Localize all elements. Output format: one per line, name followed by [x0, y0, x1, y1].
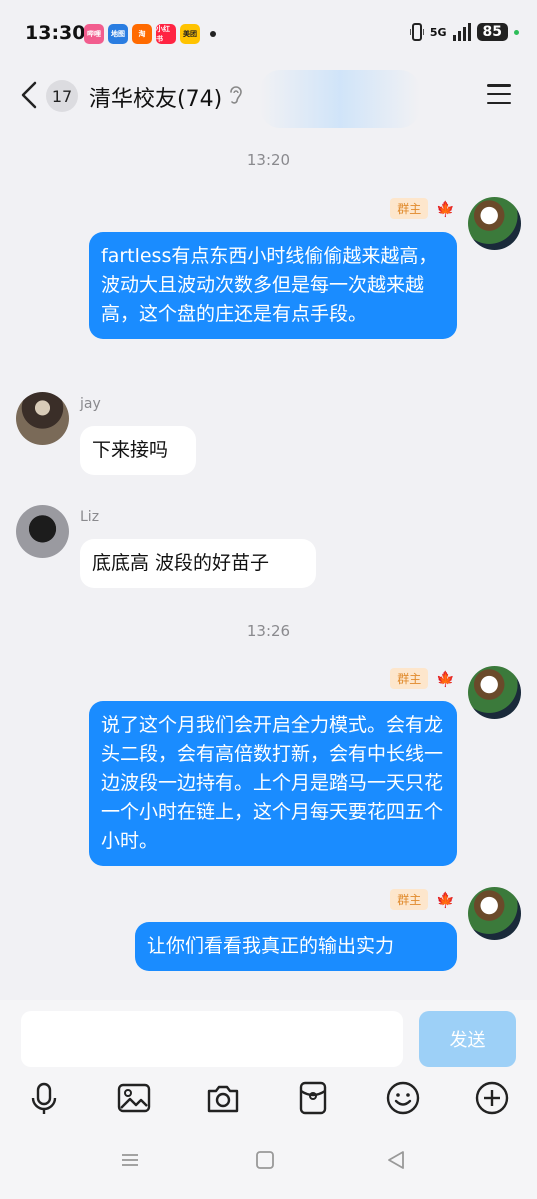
recents-icon[interactable] — [120, 1150, 140, 1170]
input-bar: 发送 — [0, 1000, 537, 1199]
sender-name: Liz — [80, 509, 100, 525]
timestamp: 13:20 — [246, 151, 291, 169]
owner-badge: 群主 — [390, 668, 429, 689]
message-bubble[interactable]: 底底高 波段的好苗子 — [80, 539, 316, 588]
back-nav-icon[interactable] — [386, 1150, 406, 1170]
sender-badges: 群主 🍁 — [390, 889, 455, 910]
owner-badge: 群主 — [390, 198, 429, 219]
sender-badges: 群主 🍁 — [390, 198, 455, 219]
red-packet-icon[interactable] — [295, 1080, 331, 1116]
emoji-icon[interactable] — [385, 1080, 421, 1116]
image-icon[interactable] — [116, 1080, 152, 1116]
message-input[interactable] — [21, 1011, 403, 1067]
send-button[interactable]: 发送 — [419, 1011, 516, 1067]
home-icon[interactable] — [255, 1150, 275, 1170]
camera-icon[interactable] — [205, 1080, 241, 1116]
message-list[interactable]: 13:20 群主 🍁 fartless有点东西小时线偷偷越来越高，波动大且波动次… — [0, 0, 537, 1000]
avatar[interactable] — [468, 887, 521, 940]
maple-leaf-icon: 🍁 — [436, 199, 455, 218]
sender-badges: 群主 🍁 — [390, 668, 455, 689]
owner-badge: 群主 — [390, 889, 429, 910]
message-bubble[interactable]: 让你们看看我真正的输出实力 — [135, 922, 457, 971]
avatar[interactable] — [16, 392, 69, 445]
avatar[interactable] — [468, 666, 521, 719]
add-icon[interactable] — [474, 1080, 510, 1116]
maple-leaf-icon: 🍁 — [436, 669, 455, 688]
mic-icon[interactable] — [26, 1080, 62, 1116]
sender-name: jay — [80, 396, 101, 412]
message-bubble[interactable]: 说了这个月我们会开启全力模式。会有龙头二段，会有高倍数打新，会有中长线一边波段一… — [89, 701, 457, 866]
maple-leaf-icon: 🍁 — [436, 890, 455, 909]
avatar[interactable] — [16, 505, 69, 558]
avatar[interactable] — [468, 197, 521, 250]
message-bubble[interactable]: fartless有点东西小时线偷偷越来越高，波动大且波动次数多但是每一次越来越高… — [89, 232, 457, 339]
message-bubble[interactable]: 下来接吗 — [80, 426, 196, 475]
timestamp: 13:26 — [246, 622, 291, 640]
